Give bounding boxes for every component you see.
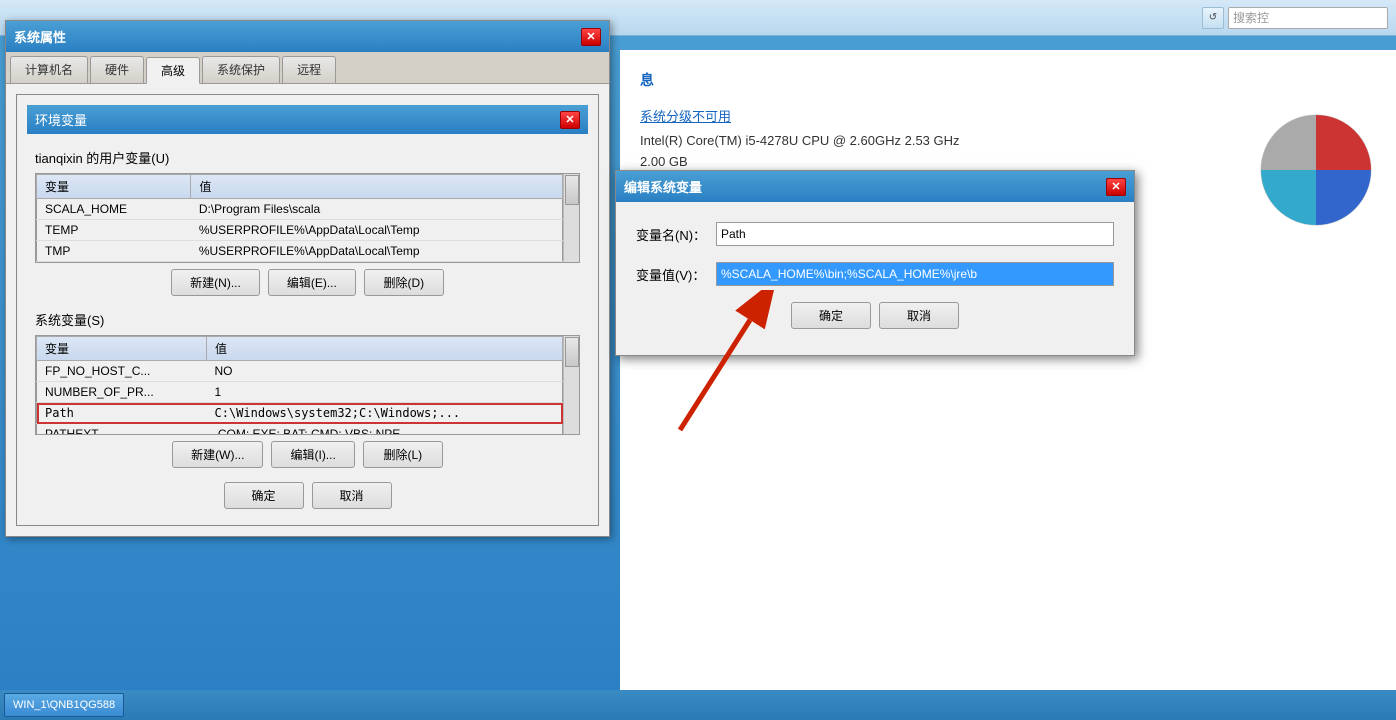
user-var-name: TEMP <box>37 220 191 241</box>
var-name-row: 变量名(N)： <box>636 222 1114 246</box>
system-props-dialog: 系统属性 ✕ 计算机名 硬件 高级 系统保护 远程 环境变量 ✕ tianqix… <box>5 20 610 537</box>
system-props-title: 系统属性 <box>14 27 66 46</box>
tab-system-protect[interactable]: 系统保护 <box>202 56 280 83</box>
sys-var-name: FP_NO_HOST_C... <box>37 361 207 382</box>
edit-var-btn-row: 确定 取消 <box>636 302 1114 329</box>
table-row[interactable]: TMP %USERPROFILE%\AppData\Local\Temp <box>37 241 563 262</box>
sys-delete-btn[interactable]: 删除(L) <box>363 441 443 468</box>
sys-new-btn[interactable]: 新建(W)... <box>172 441 263 468</box>
user-delete-btn[interactable]: 删除(D) <box>364 269 444 296</box>
sys-var-val: NO <box>207 361 563 382</box>
tab-computer-name[interactable]: 计算机名 <box>10 56 88 83</box>
sys-var-name: NUMBER_OF_PR... <box>37 382 207 403</box>
sys-vars-table-container: 变量 值 FP_NO_HOST_C... NO NUMBER_OF_PR... <box>35 335 580 435</box>
edit-var-content: 变量名(N)： 变量值(V)： 确定 取消 <box>616 202 1134 355</box>
sys-vars-title: 系统变量(S) <box>35 310 580 329</box>
sys-vars-scrollbar[interactable] <box>563 336 579 434</box>
table-row[interactable]: PATHEXT .COM;.EXE;.BAT;.CMD;.VBS;.NPE... <box>37 424 563 436</box>
table-row[interactable]: TEMP %USERPROFILE%\AppData\Local\Temp <box>37 220 563 241</box>
system-info-title: 息 <box>640 70 1376 90</box>
sys-var-val: 1 <box>207 382 563 403</box>
user-vars-table-container: 变量 值 SCALA_HOME D:\Program Files\scala T… <box>35 173 580 263</box>
var-name-input[interactable] <box>716 222 1114 246</box>
edit-var-close-btn[interactable]: ✕ <box>1106 178 1126 196</box>
taskbar-item[interactable]: WIN_1\QNB1QG588 <box>4 693 124 717</box>
edit-var-title: 编辑系统变量 <box>624 177 702 196</box>
taskbar-label: WIN_1\QNB1QG588 <box>13 699 115 711</box>
var-name-label: 变量名(N)： <box>636 225 716 244</box>
sys-edit-btn[interactable]: 编辑(I)... <box>271 441 354 468</box>
system-info-area: 息 系统分级不可用 Intel(R) Core(TM) i5-4278U CPU… <box>620 50 1396 720</box>
nav-back-btn[interactable]: ↺ <box>1202 7 1224 29</box>
table-row[interactable]: FP_NO_HOST_C... NO <box>37 361 563 382</box>
table-row[interactable]: Path C:\Windows\system32;C:\Windows;... <box>37 403 563 424</box>
env-dialog-titlebar: 环境变量 ✕ <box>27 105 588 134</box>
sys-vars-col-val: 值 <box>207 337 563 361</box>
env-var-dialog: 环境变量 ✕ tianqixin 的用户变量(U) 变量 值 <box>16 94 599 526</box>
var-value-input[interactable] <box>716 262 1114 286</box>
edit-var-cancel-btn[interactable]: 取消 <box>879 302 959 329</box>
user-new-btn[interactable]: 新建(N)... <box>171 269 260 296</box>
env-dialog-title: 环境变量 <box>35 110 87 129</box>
user-vars-btn-row: 新建(N)... 编辑(E)... 删除(D) <box>35 269 580 296</box>
user-var-val: D:\Program Files\scala <box>191 199 563 220</box>
tab-advanced[interactable]: 高级 <box>146 57 200 84</box>
sys-var-name: Path <box>37 403 207 424</box>
sys-var-name: PATHEXT <box>37 424 207 436</box>
user-vars-col-var: 变量 <box>37 175 191 199</box>
edit-var-dialog: 编辑系统变量 ✕ 变量名(N)： 变量值(V)： 确定 取消 <box>615 170 1135 356</box>
search-input[interactable] <box>1228 7 1388 29</box>
user-var-val: %USERPROFILE%\AppData\Local\Temp <box>191 220 563 241</box>
sys-vars-col-var: 变量 <box>37 337 207 361</box>
var-value-row: 变量值(V)： <box>636 262 1114 286</box>
user-vars-col-val: 值 <box>191 175 563 199</box>
sys-var-val: C:\Windows\system32;C:\Windows;... <box>207 403 563 424</box>
tab-hardware[interactable]: 硬件 <box>90 56 144 83</box>
env-ok-btn[interactable]: 确定 <box>224 482 304 509</box>
var-value-label: 变量值(V)： <box>636 265 716 284</box>
env-cancel-btn[interactable]: 取消 <box>312 482 392 509</box>
user-var-name: SCALA_HOME <box>37 199 191 220</box>
user-vars-section: tianqixin 的用户变量(U) 变量 值 SCALA_HOME <box>27 144 588 306</box>
sys-vars-scrollbar-thumb <box>565 337 579 367</box>
user-vars-table: 变量 值 SCALA_HOME D:\Program Files\scala T… <box>36 174 563 262</box>
edit-var-ok-btn[interactable]: 确定 <box>791 302 871 329</box>
pie-chart <box>1256 110 1376 230</box>
sys-vars-btn-row: 新建(W)... 编辑(I)... 删除(L) <box>35 441 580 468</box>
system-props-titlebar: 系统属性 ✕ <box>6 21 609 52</box>
env-dialog-close-btn[interactable]: ✕ <box>560 111 580 129</box>
sys-vars-table: 变量 值 FP_NO_HOST_C... NO NUMBER_OF_PR... <box>36 336 563 435</box>
user-var-val: %USERPROFILE%\AppData\Local\Temp <box>191 241 563 262</box>
table-row[interactable]: SCALA_HOME D:\Program Files\scala <box>37 199 563 220</box>
user-vars-scrollbar[interactable] <box>563 174 579 262</box>
table-row[interactable]: NUMBER_OF_PR... 1 <box>37 382 563 403</box>
user-vars-scrollbar-thumb <box>565 175 579 205</box>
dialog-content: 环境变量 ✕ tianqixin 的用户变量(U) 变量 值 <box>6 84 609 536</box>
system-props-close-btn[interactable]: ✕ <box>581 28 601 46</box>
tab-remote[interactable]: 远程 <box>282 56 336 83</box>
sys-vars-section: 系统变量(S) 变量 值 FP_NO_HOST_C... NO <box>27 306 588 478</box>
user-vars-title: tianqixin 的用户变量(U) <box>35 148 580 167</box>
sys-var-val: .COM;.EXE;.BAT;.CMD;.VBS;.NPE... <box>207 424 563 436</box>
tab-bar: 计算机名 硬件 高级 系统保护 远程 <box>6 52 609 84</box>
edit-var-titlebar: 编辑系统变量 ✕ <box>616 171 1134 202</box>
user-var-name: TMP <box>37 241 191 262</box>
user-edit-btn[interactable]: 编辑(E)... <box>268 269 356 296</box>
env-bottom-btn-row: 确定 取消 <box>27 482 588 509</box>
taskbar: WIN_1\QNB1QG588 <box>0 690 1396 720</box>
